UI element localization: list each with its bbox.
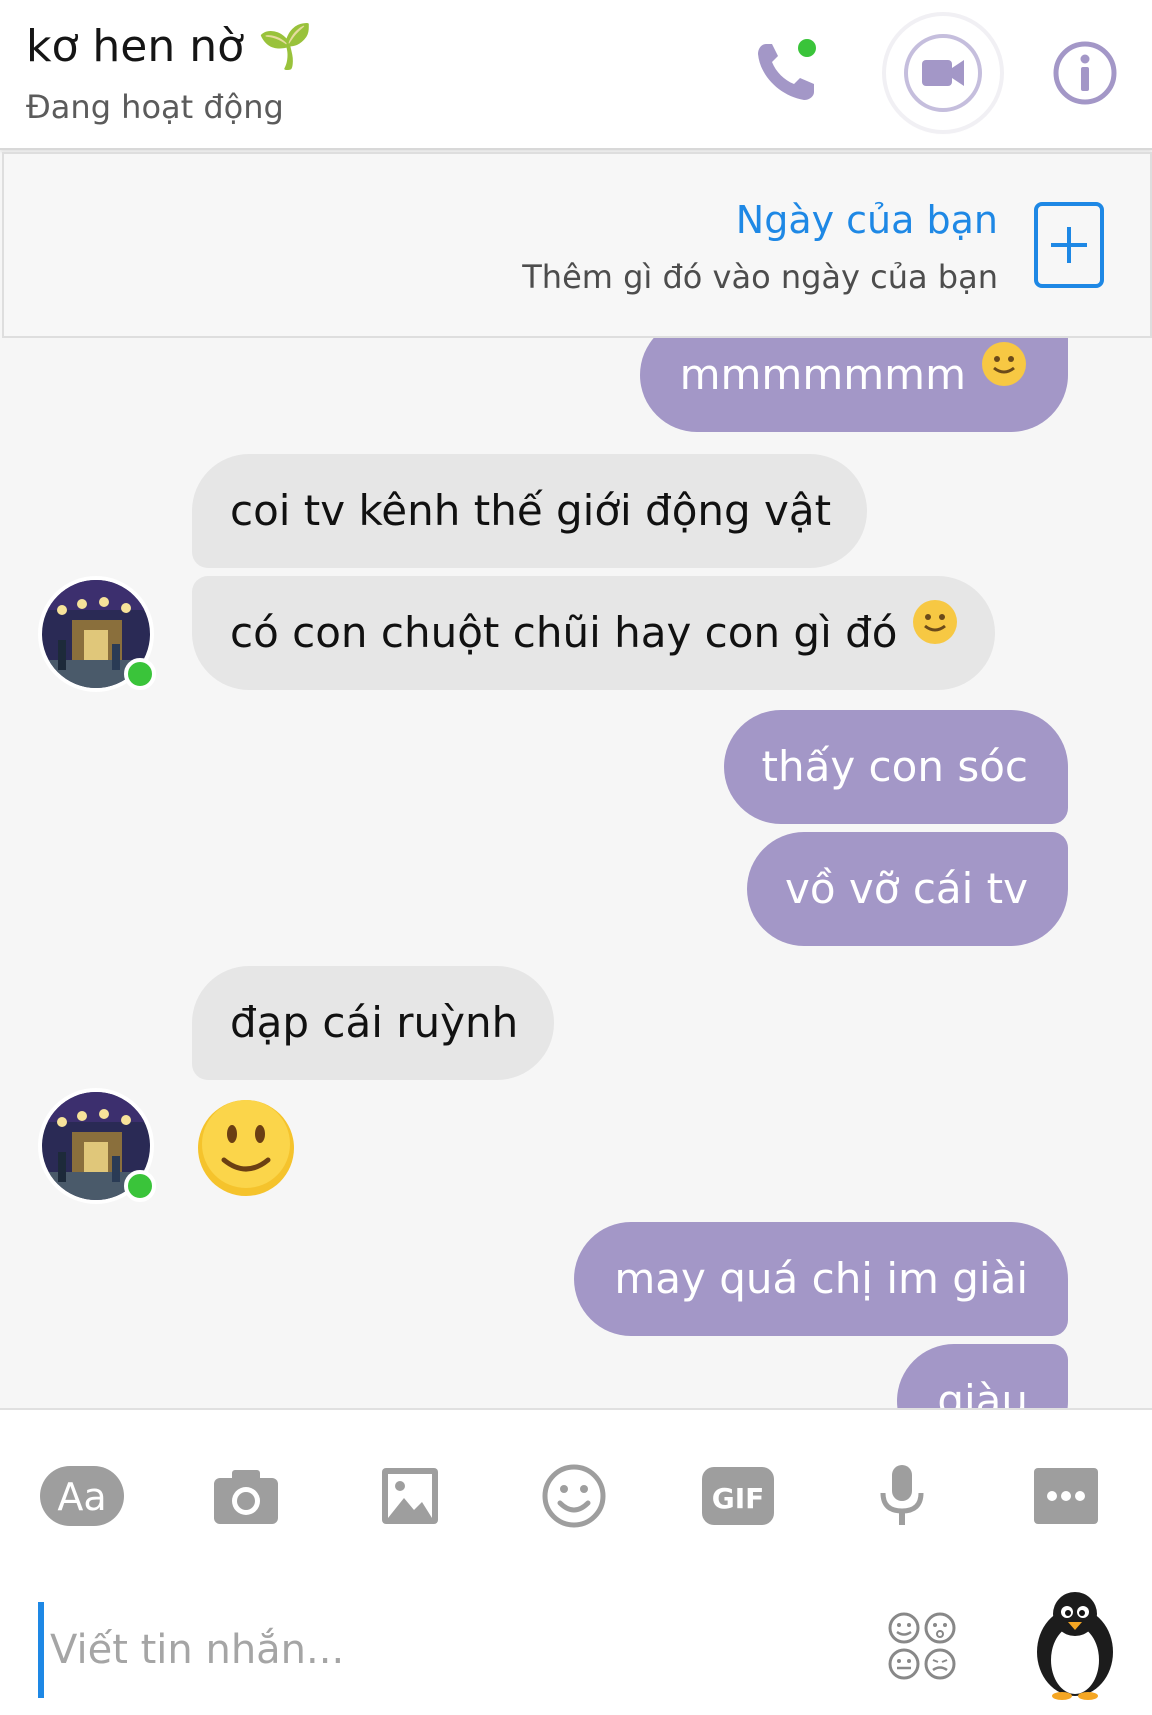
voice-message-button[interactable] <box>860 1454 944 1538</box>
more-options-button[interactable] <box>1024 1454 1108 1538</box>
contact-avatar[interactable] <box>38 1088 156 1204</box>
message-text: may quá chị im giài <box>614 1254 1028 1303</box>
message-input[interactable] <box>38 1602 858 1698</box>
penguin-icon <box>1037 1592 1113 1700</box>
received-message[interactable]: coi tv kênh thế giới động vật <box>192 454 868 568</box>
sent-message[interactable]: giàu <box>897 1344 1068 1408</box>
message-list[interactable]: mmmmmmm coi tv kênh thế giới động vật có… <box>0 338 1152 1408</box>
your-day-title[interactable]: Ngày của bạn <box>736 198 998 242</box>
online-indicator <box>124 658 156 690</box>
message-composer: Aa GIF <box>0 1408 1152 1715</box>
sent-message[interactable]: mmmmmmm <box>639 338 1068 432</box>
more-icon <box>1034 1468 1098 1524</box>
info-icon <box>1053 41 1117 105</box>
smiley-face-icon <box>980 338 1028 431</box>
your-day-subtitle: Thêm gì đó vào ngày của bạn <box>522 258 998 296</box>
emoji-icon <box>542 1464 606 1528</box>
sticker-button[interactable] <box>886 1610 958 1682</box>
online-indicator <box>124 1170 156 1202</box>
contact-name-text: kơ hen nờ <box>26 21 245 72</box>
contact-name[interactable]: kơ hen nờ 🌱 <box>26 20 313 72</box>
message-text: coi tv kênh thế giới động vật <box>230 486 832 535</box>
sticker-icon <box>888 1612 956 1680</box>
message-text: đạp cái ruỳnh <box>230 998 519 1047</box>
conversation-header: kơ hen nờ 🌱 Đang hoạt động <box>0 0 1152 150</box>
big-smiley-face-icon <box>198 1100 294 1196</box>
add-to-day-button[interactable] <box>1034 202 1104 288</box>
active-status: Đang hoạt động <box>26 88 284 126</box>
gif-button[interactable]: GIF <box>696 1454 780 1538</box>
conversation-info-button[interactable] <box>1052 40 1118 106</box>
voice-call-button[interactable] <box>752 36 822 106</box>
camera-button[interactable] <box>204 1454 288 1538</box>
penguin-sticker-button[interactable] <box>1032 1588 1118 1700</box>
message-text: có con chuột chũi hay con gì đó <box>230 608 898 657</box>
text-format-button[interactable]: Aa <box>40 1454 124 1538</box>
video-camera-icon <box>904 34 982 112</box>
contact-avatar[interactable] <box>38 576 156 692</box>
text-format-label: Aa <box>57 1475 106 1519</box>
smiley-face-icon <box>911 575 959 689</box>
large-smiley-message[interactable] <box>196 1098 296 1198</box>
your-day-banner[interactable]: Ngày của bạn Thêm gì đó vào ngày của bạn <box>2 152 1152 338</box>
plus-icon <box>1051 227 1087 263</box>
gif-icon: GIF <box>702 1467 774 1525</box>
emoji-button[interactable] <box>532 1454 616 1538</box>
image-button[interactable] <box>368 1454 452 1538</box>
image-icon <box>382 1468 438 1524</box>
message-text: giàu <box>937 1376 1028 1408</box>
seedling-emoji: 🌱 <box>258 21 313 72</box>
microphone-icon <box>880 1465 924 1525</box>
received-message[interactable]: có con chuột chũi hay con gì đó <box>192 575 996 690</box>
sent-message[interactable]: thấy con sóc <box>723 710 1068 824</box>
sent-message[interactable]: may quá chị im giài <box>574 1222 1068 1336</box>
sent-message[interactable]: vồ vỡ cái tv <box>747 832 1068 946</box>
message-text: vồ vỡ cái tv <box>785 864 1028 913</box>
message-text: mmmmmmm <box>679 350 966 399</box>
camera-icon <box>214 1470 278 1524</box>
video-call-button[interactable] <box>886 16 1000 130</box>
text-format-icon: Aa <box>40 1466 124 1526</box>
gif-label: GIF <box>712 1482 765 1515</box>
message-text: thấy con sóc <box>761 742 1028 791</box>
phone-icon <box>758 39 816 100</box>
received-message[interactable]: đạp cái ruỳnh <box>192 966 555 1080</box>
